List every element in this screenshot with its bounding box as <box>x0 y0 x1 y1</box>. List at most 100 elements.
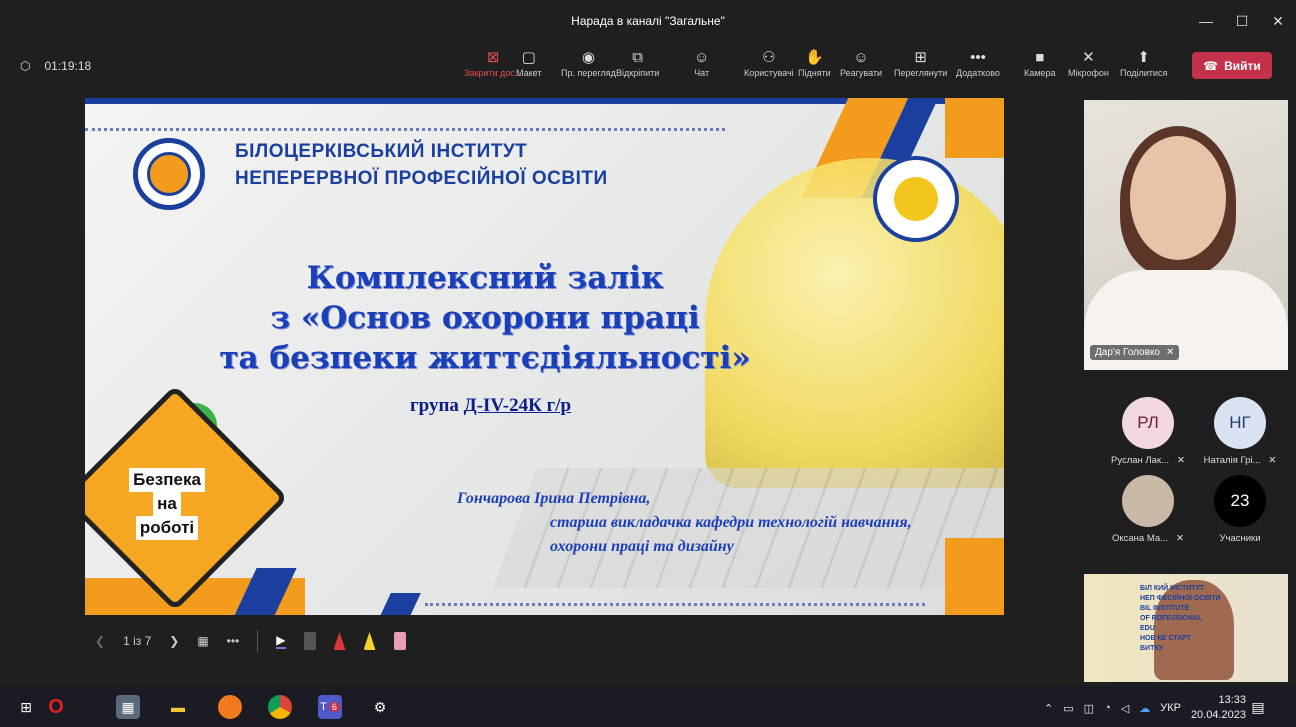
prev-slide-icon[interactable]: ❮ <box>95 634 105 648</box>
participant-tile[interactable]: 23 Учасники <box>1192 475 1288 544</box>
react-icon: ☺ <box>853 49 869 66</box>
title-line-1: Комплексний залік <box>306 260 664 296</box>
meeting-toolbar: ⬡ 01:19:18 ⊠ Закрити дос... ▢ Макет ◉ Пр. пер… <box>0 42 1296 92</box>
timer-value: 01:19:18 <box>44 59 92 73</box>
toolbar-more-button[interactable]: ••• Додатково <box>956 48 1000 78</box>
participant-name: Наталія Грі... <box>1203 455 1261 466</box>
opera-icon[interactable]: O <box>44 695 68 719</box>
presenter-video[interactable]: БІЛ КИЙ ІНСТИТУТ НЕП ФЕСІЙНОЇ ОСВІТИ BIL I… <box>1084 574 1288 682</box>
settings-icon[interactable]: ⚙ <box>368 695 392 719</box>
participant-name: Учасники <box>1219 533 1261 544</box>
file-explorer-icon[interactable]: ▬ <box>166 695 190 719</box>
toolbar-raise-hand-button[interactable]: ✋ Підняти <box>798 48 831 78</box>
battery-icon[interactable]: ▭ <box>1063 702 1073 715</box>
minimize-button[interactable]: — <box>1188 0 1224 42</box>
teams-badge: 6 <box>328 702 340 712</box>
wifi-icon[interactable]: ◔ <box>1104 702 1111 714</box>
chrome-icon[interactable] <box>268 695 292 719</box>
onedrive-icon[interactable]: ☁ <box>1139 702 1150 715</box>
maximize-button[interactable]: ☐ <box>1224 0 1260 42</box>
network-icon[interactable]: ◫ <box>1084 702 1094 715</box>
leave-label: Вийти <box>1224 58 1261 73</box>
toolbar-view-button[interactable]: ⊞ Переглянути <box>894 48 947 78</box>
avatar <box>1122 475 1174 527</box>
presenter-background-line: БІЛ КИЙ ІНСТИТУТ <box>1140 585 1205 592</box>
toolbar-label: Мікрофон <box>1068 68 1109 78</box>
volume-icon[interactable]: ◁ <box>1121 702 1129 715</box>
speaker-video[interactable]: Дар'я Головко ✕ <box>1084 100 1288 370</box>
avatar: НГ <box>1214 397 1266 449</box>
toolbar-label: Відкріпити <box>616 68 660 78</box>
participant-tile[interactable]: НГ Наталія Грі... ✕ <box>1192 397 1288 466</box>
institute-logo <box>133 138 205 210</box>
author-position-2: охорони праці та дизайну <box>550 538 734 555</box>
more-icon[interactable]: ••• <box>227 634 240 648</box>
teams-icon[interactable]: T6 <box>318 695 342 719</box>
avatar: 23 <box>1214 475 1266 527</box>
leave-button[interactable]: ☎ Вийти <box>1192 52 1272 79</box>
toolbar-mic-off-button[interactable]: ✕ Мікрофон <box>1068 48 1109 78</box>
highlighter-icon[interactable] <box>363 632 376 650</box>
toolbar-label: Реагувати <box>840 68 883 78</box>
shield-icon: ⬡ <box>20 59 31 73</box>
view-icon: ⊞ <box>914 49 927 66</box>
chat-icon: ☺ <box>694 49 710 66</box>
mic-off-icon: ✕ <box>1176 533 1185 544</box>
meeting-timer: ⬡ 01:19:18 <box>20 59 91 73</box>
presenter-background-line: ВИТКУ <box>1140 645 1164 652</box>
toolbar-camera-button[interactable]: ■ Камера <box>1024 48 1055 78</box>
group-label: група Д-IV-24К г/р <box>410 395 571 417</box>
toolbar-react-button[interactable]: ☺ Реагувати <box>840 48 882 78</box>
close-window-button[interactable]: ✕ <box>1260 0 1296 42</box>
next-slide-icon[interactable]: ❯ <box>169 634 179 648</box>
eraser-icon[interactable] <box>393 632 406 650</box>
pointer-icon[interactable]: ▶ <box>276 633 286 649</box>
presenter-background-text: БІЛ КИЙ ІНСТИТУТ НЕП ФЕСІЙНОЇ ОСВІТИ BIL I… <box>1140 584 1221 654</box>
author-position-1: старша викладачка кафедри технологій нав… <box>550 514 912 531</box>
window-titlebar: Нарада в каналі "Загальне" — ☐ ✕ <box>0 0 1296 42</box>
layout-icon: ▢ <box>521 49 536 66</box>
toolbar-label: Користувачі <box>744 68 794 78</box>
windows-start-icon[interactable]: ⊞ <box>14 695 38 719</box>
group-code: Д-IV-24К г/р <box>463 395 572 416</box>
title-line-2: з «Основ охорони праці <box>270 300 700 336</box>
system-tray: ⌃ ▭ ◫ ◔ ◁ ☁ УКР 13:33 20.04.2023 <box>1044 693 1246 723</box>
toolbar-eye-button[interactable]: ◉ Пр. перегляд <box>561 48 616 78</box>
toolbar-close-share-button[interactable]: ⊠ Закрити дос... <box>464 48 522 78</box>
pen-black-icon[interactable] <box>303 632 316 650</box>
speaker-name-tag: Дар'я Головко ✕ <box>1090 345 1180 360</box>
share-icon: ⬆ <box>1137 49 1150 66</box>
toolbar-label: Переглянути <box>894 68 948 78</box>
notification-icon[interactable]: ▤ <box>1246 695 1270 719</box>
firefox-icon[interactable] <box>218 695 242 719</box>
mic-off-icon: ✕ <box>1177 455 1185 466</box>
title-line-3: та безпеки життєдіяльності» <box>219 340 751 376</box>
participant-tile[interactable]: Оксана Ма... ✕ <box>1100 475 1196 544</box>
institute-line-1: БІЛОЦЕРКІВСЬКИЙ ІНСТИТУТ <box>235 141 528 162</box>
grid-view-icon[interactable]: ▦ <box>197 634 208 648</box>
toolbar-label: Пр. перегляд <box>561 68 616 78</box>
toolbar-chat-button[interactable]: ☺ Чат <box>694 48 709 78</box>
toolbar-label: Чат <box>694 68 710 78</box>
toolbar-popout-button[interactable]: ⧉ Відкріпити <box>616 48 659 78</box>
language-indicator[interactable]: УКР <box>1160 702 1181 714</box>
pen-red-icon[interactable] <box>333 632 346 650</box>
raise-hand-icon: ✋ <box>805 49 824 66</box>
clock[interactable]: 13:33 20.04.2023 <box>1191 693 1246 723</box>
slide-title: Комплексний залік з «Основ охорони праці… <box>185 258 785 378</box>
speaker-name: Дар'я Головко <box>1095 347 1160 358</box>
chevron-up-icon[interactable]: ⌃ <box>1044 702 1053 715</box>
presenter-background-line: НОВ КЕ СТАРТ <box>1140 635 1192 642</box>
mic-off-icon: ✕ <box>1268 455 1277 466</box>
presenter-background-line: OF ROFESSIONAL <box>1140 615 1203 622</box>
calculator-icon[interactable]: ▦ <box>116 695 140 719</box>
toolbar-label: Макет <box>516 68 542 78</box>
close-share-icon: ⊠ <box>486 49 500 66</box>
institute-line-2: НЕПЕРЕРВНОЇ ПРОФЕСІЙНОЇ ОСВІТИ <box>235 168 608 189</box>
toolbar-people-button[interactable]: ⚇ Користувачі <box>744 48 794 78</box>
popout-icon: ⧉ <box>632 49 643 66</box>
toolbar-layout-button[interactable]: ▢ Макет <box>516 48 541 78</box>
toolbar-share-button[interactable]: ⬆ Поділитися <box>1120 48 1167 78</box>
toolbar-label: Закрити дос... <box>464 68 523 78</box>
participant-tile[interactable]: РЛ Руслан Лак... ✕ <box>1100 397 1196 466</box>
